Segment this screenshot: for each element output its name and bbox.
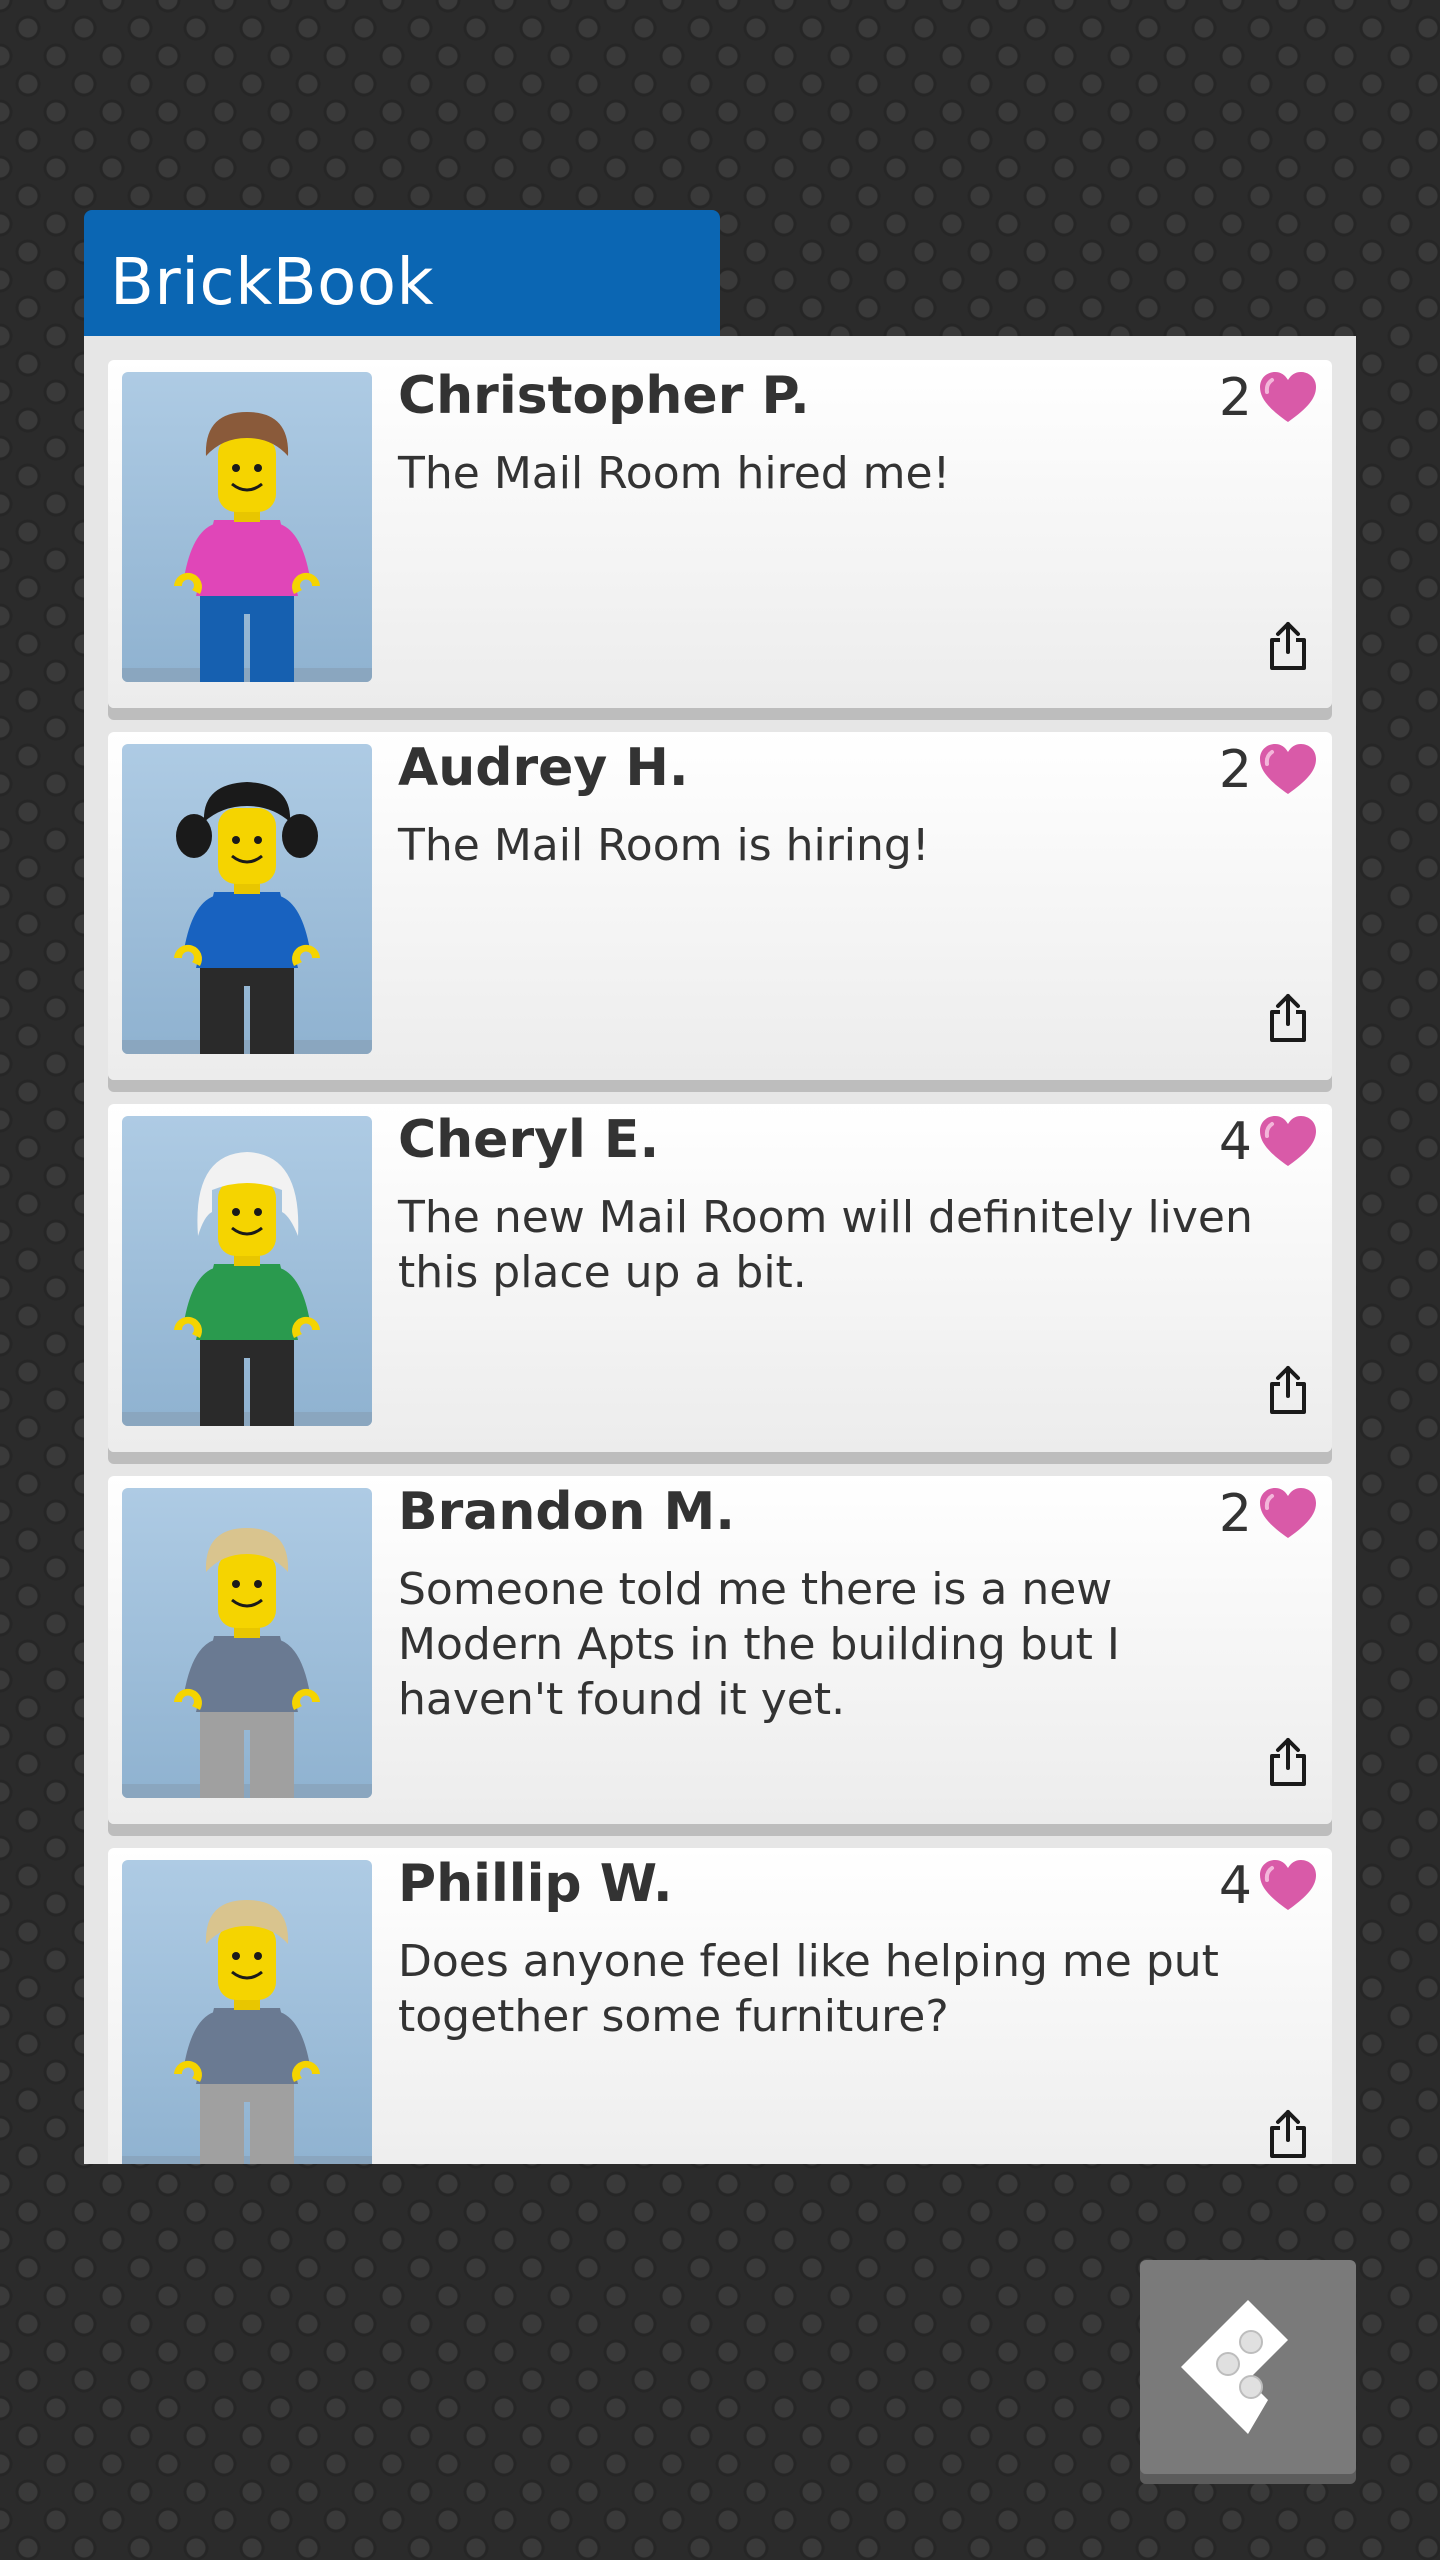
avatar[interactable] (122, 1860, 372, 2164)
post-author: Phillip W. (398, 1854, 673, 1914)
like-count: 2 (1218, 740, 1252, 800)
app-header: BrickBook (84, 210, 720, 336)
feed-list: Christopher P. 2 The Mail Room hired me! (108, 360, 1332, 2164)
share-button[interactable] (1264, 1364, 1312, 1416)
post-author: Christopher P. (398, 366, 810, 426)
post-card[interactable]: Audrey H. 2 The Mail Room is hiring! (108, 732, 1332, 1080)
share-button[interactable] (1264, 992, 1312, 1044)
post-message: Someone told me there is a new Modern Ap… (398, 1564, 1120, 1725)
heart-icon (1260, 1116, 1316, 1166)
heart-icon (1260, 372, 1316, 422)
post-message: The Mail Room is hiring! (398, 820, 930, 871)
post-card[interactable]: Phillip W. 4 Does anyone feel like helpi… (108, 1848, 1332, 2164)
back-button[interactable] (1140, 2260, 1356, 2474)
like-button[interactable]: 4 (1219, 1112, 1318, 1172)
avatar[interactable] (122, 744, 372, 1054)
share-button[interactable] (1264, 620, 1312, 672)
heart-icon (1260, 1488, 1316, 1538)
share-icon (1270, 1738, 1306, 1786)
like-count: 2 (1218, 368, 1252, 428)
like-button[interactable]: 2 (1219, 740, 1318, 800)
post-card[interactable]: Christopher P. 2 The Mail Room hired me! (108, 360, 1332, 708)
share-button[interactable] (1264, 2108, 1312, 2160)
post-message: The Mail Room hired me! (398, 448, 951, 499)
like-button[interactable]: 2 (1219, 1484, 1318, 1544)
like-button[interactable]: 4 (1219, 1856, 1318, 1916)
post-card[interactable]: Brandon M. 2 Someone told me there is a … (108, 1476, 1332, 1824)
avatar[interactable] (122, 1488, 372, 1798)
post-message: Does anyone feel like helping me put tog… (398, 1936, 1219, 2042)
share-icon (1270, 994, 1306, 1042)
back-brick-icon (1181, 2300, 1288, 2434)
post-author: Cheryl E. (398, 1110, 660, 1170)
post-card[interactable]: Cheryl E. 4 The new Mail Room will defin… (108, 1104, 1332, 1452)
post-author: Audrey H. (398, 738, 689, 798)
like-count: 4 (1218, 1112, 1252, 1172)
share-icon (1270, 1366, 1306, 1414)
feed-panel[interactable]: Christopher P. 2 The Mail Room hired me! (84, 336, 1356, 2164)
share-icon (1270, 622, 1306, 670)
post-author: Brandon M. (398, 1482, 735, 1542)
heart-icon (1260, 1860, 1316, 1910)
avatar[interactable] (122, 1116, 372, 1426)
post-message: The new Mail Room will definitely liven … (398, 1192, 1253, 1298)
share-icon (1270, 2110, 1306, 2158)
app-title: BrickBook (110, 246, 435, 320)
heart-icon (1260, 744, 1316, 794)
like-count: 4 (1218, 1856, 1252, 1916)
avatar[interactable] (122, 372, 372, 682)
like-button[interactable]: 2 (1219, 368, 1318, 428)
share-button[interactable] (1264, 1736, 1312, 1788)
like-count: 2 (1218, 1484, 1252, 1544)
